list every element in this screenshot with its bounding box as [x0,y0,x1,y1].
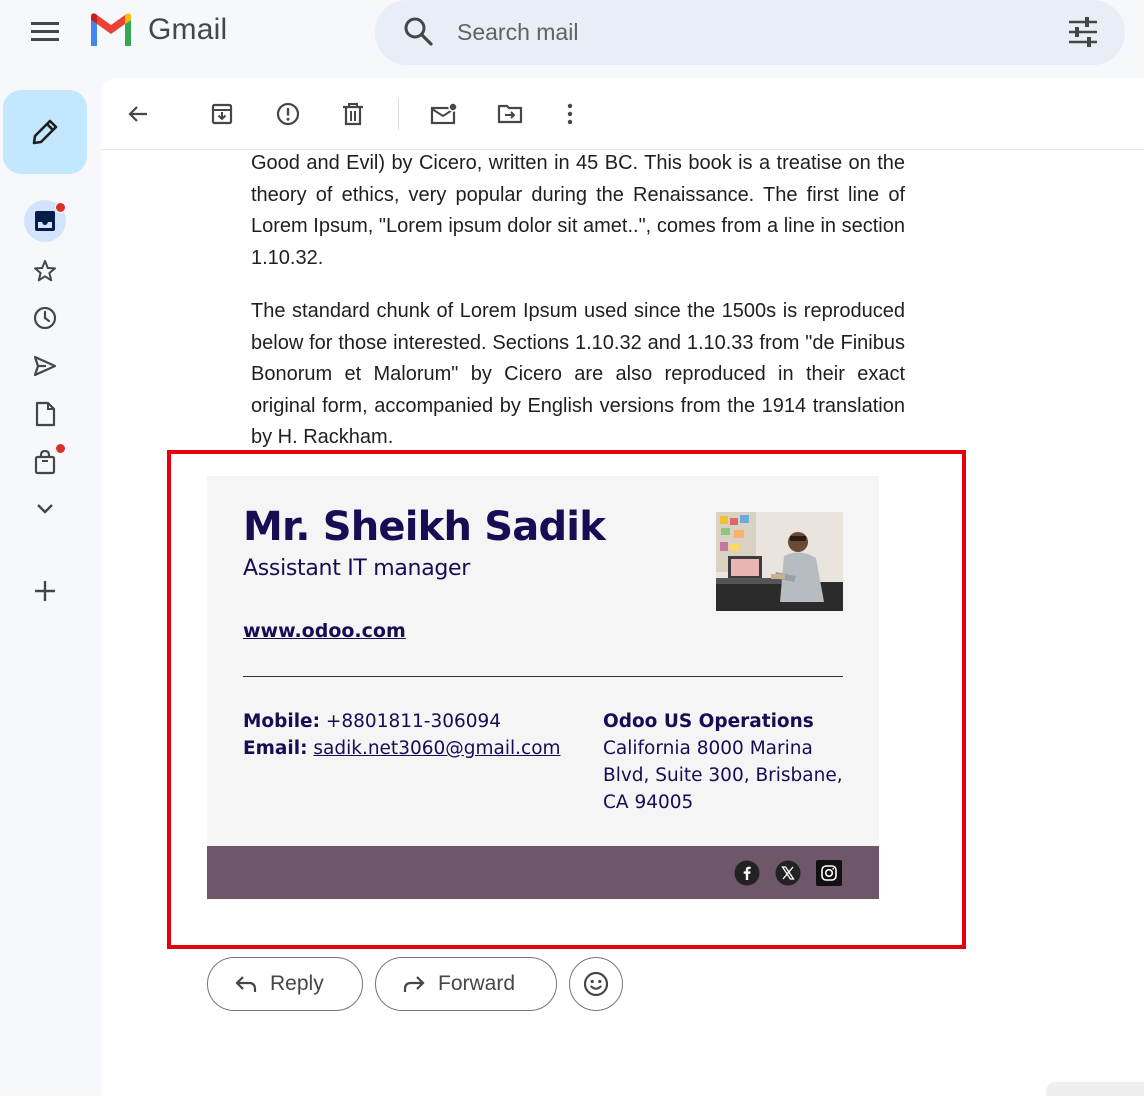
more-vertical-icon [567,103,573,125]
more-options-button[interactable] [551,95,589,133]
inbox-icon [35,211,55,231]
chevron-down-icon [37,504,53,514]
new-label-button[interactable] [24,570,66,612]
signature-footer-bar [207,846,879,899]
sidebar-item-inbox[interactable] [24,200,66,242]
signature-contact-info: Mobile: +8801811-306094 Email: sadik.net… [243,708,561,762]
mobile-label: Mobile: [243,711,320,732]
signature-name: Mr. Sheikh Sadik [243,504,606,550]
gmail-logo[interactable]: Gmail [88,12,227,48]
draft-document-icon [35,401,56,427]
arrow-back-icon [128,106,147,122]
facebook-icon[interactable] [734,860,760,886]
star-icon [34,260,56,282]
move-to-folder-icon [497,104,523,124]
gmail-m-icon [91,13,131,46]
address-line: Blvd, Suite 300, Brisbane, [603,765,843,786]
email-signature: Mr. Sheikh Sadik Assistant IT manager ww… [207,476,879,900]
toolbar-divider [398,98,399,130]
compose-button[interactable] [3,90,87,174]
search-bar [375,0,1125,65]
purchases-notification-dot [55,443,66,454]
address-line: CA 94005 [603,792,694,813]
back-button[interactable] [119,95,157,133]
signature-website-link[interactable]: www.odoo.com [243,620,406,642]
window-corner [1046,1082,1144,1096]
top-bar: Gmail [0,0,1144,65]
send-icon [33,355,57,377]
signature-mobile-row: Mobile: +8801811-306094 [243,708,561,735]
forward-button[interactable]: Forward [375,957,557,1011]
search-input[interactable] [457,12,1017,52]
plus-icon [35,581,55,601]
address-line: California 8000 Marina [603,738,813,759]
email-label: Email: [243,738,308,759]
sidebar-item-starred[interactable] [24,250,66,292]
instagram-icon[interactable] [816,860,842,886]
app-title: Gmail [148,13,228,46]
hamburger-menu-icon [31,22,59,41]
archive-icon [211,103,233,125]
company-name: Odoo US Operations [603,711,814,732]
reply-label: Reply [270,972,324,995]
signature-job-title: Assistant IT manager [243,556,471,581]
main-menu-button[interactable] [22,12,68,50]
signature-email-link[interactable]: sadik.net3060@gmail.com [313,738,560,759]
signature-address: Odoo US Operations California 8000 Marin… [603,708,853,816]
sidebar-item-drafts[interactable] [24,393,66,435]
mark-unread-button[interactable] [425,95,463,133]
smiley-icon [583,971,609,997]
trash-icon [343,103,363,126]
sidebar-item-snoozed[interactable] [24,297,66,339]
clock-icon [33,306,57,330]
signature-email-row: Email: sadik.net3060@gmail.com [243,735,561,762]
archive-button[interactable] [203,95,241,133]
signature-divider [243,676,843,677]
search-icon[interactable] [401,14,435,48]
delete-button[interactable] [334,95,372,133]
reply-arrow-icon [235,976,257,992]
reply-button[interactable]: Reply [207,957,363,1011]
report-spam-button[interactable] [269,95,307,133]
sidebar-item-sent[interactable] [24,345,66,387]
mobile-number: +8801811-306094 [325,711,502,732]
report-spam-icon [276,102,300,126]
shopping-bag-icon [34,449,56,475]
message-paragraph: The standard chunk of Lorem Ipsum used s… [251,300,905,448]
signature-profile-photo [716,512,843,611]
sidebar-item-purchases[interactable] [24,441,66,483]
pencil-icon [32,119,58,145]
forward-label: Forward [438,972,516,995]
forward-arrow-icon [403,976,425,992]
search-options-icon[interactable] [1065,14,1101,50]
sidebar-more-button[interactable] [24,488,66,530]
message-paragraph: Good and Evil) by Cicero, written in 45 … [251,152,905,269]
mark-unread-icon [430,102,458,125]
move-to-button[interactable] [491,95,529,133]
x-twitter-icon[interactable] [775,860,801,886]
emoji-reaction-button[interactable] [569,957,623,1011]
message-panel: Good and Evil) by Cicero, written in 45 … [101,78,1144,1096]
inbox-notification-dot [55,202,66,213]
message-toolbar [101,78,1144,150]
